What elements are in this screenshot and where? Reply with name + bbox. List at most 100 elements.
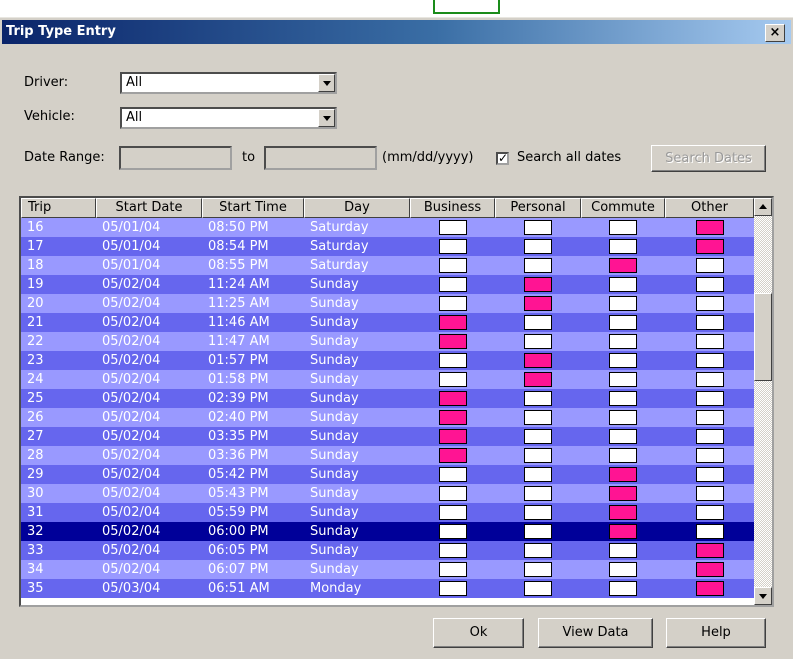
personal-checkbox[interactable] xyxy=(524,334,552,349)
vehicle-select[interactable]: All xyxy=(120,107,337,129)
business-checkbox[interactable] xyxy=(438,486,467,501)
business-checkbox[interactable] xyxy=(438,296,467,311)
other-checkbox[interactable] xyxy=(695,258,724,273)
personal-checkbox[interactable] xyxy=(524,296,552,311)
chevron-down-icon[interactable] xyxy=(318,74,335,92)
business-checkbox[interactable] xyxy=(438,239,467,254)
other-checkbox[interactable] xyxy=(695,524,724,539)
commute-checkbox[interactable] xyxy=(609,391,637,406)
table-row[interactable]: 19 05/02/04 11:24 AM Sunday xyxy=(21,275,754,294)
commute-checkbox[interactable] xyxy=(609,372,637,387)
search-dates-button[interactable]: Search Dates xyxy=(651,145,766,172)
other-checkbox[interactable] xyxy=(695,372,724,387)
business-checkbox[interactable] xyxy=(438,581,467,596)
table-row[interactable]: 24 05/02/04 01:58 PM Sunday xyxy=(21,370,754,389)
business-checkbox[interactable] xyxy=(438,220,467,235)
personal-checkbox[interactable] xyxy=(524,505,552,520)
other-checkbox[interactable] xyxy=(695,353,724,368)
ok-button[interactable]: Ok xyxy=(433,618,524,648)
commute-checkbox[interactable] xyxy=(609,220,637,235)
other-checkbox[interactable] xyxy=(695,429,724,444)
table-row[interactable]: 35 05/03/04 06:51 AM Monday xyxy=(21,579,754,598)
business-checkbox[interactable] xyxy=(438,429,467,444)
scroll-down-icon[interactable] xyxy=(754,587,772,605)
personal-checkbox[interactable] xyxy=(524,467,552,482)
table-row[interactable]: 21 05/02/04 11:46 AM Sunday xyxy=(21,313,754,332)
other-checkbox[interactable] xyxy=(695,277,724,292)
personal-checkbox[interactable] xyxy=(524,524,552,539)
help-button[interactable]: Help xyxy=(666,618,766,648)
scroll-up-icon[interactable] xyxy=(754,198,772,216)
end-date-field[interactable] xyxy=(264,146,377,170)
table-row[interactable]: 17 05/01/04 08:54 PM Saturday xyxy=(21,237,754,256)
column-header-commute[interactable]: Commute xyxy=(581,198,665,218)
other-checkbox[interactable] xyxy=(695,543,724,558)
column-header-start-time[interactable]: Start Time xyxy=(202,198,304,218)
commute-checkbox[interactable] xyxy=(609,334,637,349)
other-checkbox[interactable] xyxy=(695,562,724,577)
commute-checkbox[interactable] xyxy=(609,239,637,254)
commute-checkbox[interactable] xyxy=(609,429,637,444)
other-checkbox[interactable] xyxy=(695,467,724,482)
column-header-trip[interactable]: Trip xyxy=(21,198,96,218)
personal-checkbox[interactable] xyxy=(524,315,552,330)
commute-checkbox[interactable] xyxy=(609,410,637,425)
personal-checkbox[interactable] xyxy=(524,429,552,444)
commute-checkbox[interactable] xyxy=(609,296,637,311)
table-row[interactable]: 26 05/02/04 02:40 PM Sunday xyxy=(21,408,754,427)
commute-checkbox[interactable] xyxy=(609,524,637,539)
column-header-other[interactable]: Other xyxy=(665,198,754,218)
search-all-dates-checkbox[interactable]: ✓ xyxy=(496,152,509,165)
commute-checkbox[interactable] xyxy=(609,543,637,558)
start-date-field[interactable] xyxy=(119,146,232,170)
business-checkbox[interactable] xyxy=(438,543,467,558)
personal-checkbox[interactable] xyxy=(524,258,552,273)
commute-checkbox[interactable] xyxy=(609,505,637,520)
other-checkbox[interactable] xyxy=(695,410,724,425)
chevron-down-icon[interactable] xyxy=(318,109,335,127)
table-row[interactable]: 25 05/02/04 02:39 PM Sunday xyxy=(21,389,754,408)
other-checkbox[interactable] xyxy=(695,315,724,330)
commute-checkbox[interactable] xyxy=(609,258,637,273)
business-checkbox[interactable] xyxy=(438,315,467,330)
view-data-button[interactable]: View Data xyxy=(538,618,653,648)
business-checkbox[interactable] xyxy=(438,562,467,577)
commute-checkbox[interactable] xyxy=(609,581,637,596)
table-row[interactable]: 30 05/02/04 05:43 PM Sunday xyxy=(21,484,754,503)
other-checkbox[interactable] xyxy=(695,391,724,406)
other-checkbox[interactable] xyxy=(695,486,724,501)
table-row[interactable]: 22 05/02/04 11:47 AM Sunday xyxy=(21,332,754,351)
business-checkbox[interactable] xyxy=(438,353,467,368)
table-row[interactable]: 32 05/02/04 06:00 PM Sunday xyxy=(21,522,754,541)
business-checkbox[interactable] xyxy=(438,448,467,463)
business-checkbox[interactable] xyxy=(438,391,467,406)
personal-checkbox[interactable] xyxy=(524,239,552,254)
other-checkbox[interactable] xyxy=(695,334,724,349)
table-row[interactable]: 33 05/02/04 06:05 PM Sunday xyxy=(21,541,754,560)
table-row[interactable]: 31 05/02/04 05:59 PM Sunday xyxy=(21,503,754,522)
table-row[interactable]: 16 05/01/04 08:50 PM Saturday xyxy=(21,218,754,237)
table-row[interactable]: 29 05/02/04 05:42 PM Sunday xyxy=(21,465,754,484)
other-checkbox[interactable] xyxy=(695,239,724,254)
personal-checkbox[interactable] xyxy=(524,486,552,501)
close-button[interactable]: × xyxy=(765,24,785,42)
personal-checkbox[interactable] xyxy=(524,220,552,235)
business-checkbox[interactable] xyxy=(438,505,467,520)
business-checkbox[interactable] xyxy=(438,334,467,349)
column-header-business[interactable]: Business xyxy=(410,198,495,218)
other-checkbox[interactable] xyxy=(695,220,724,235)
personal-checkbox[interactable] xyxy=(524,277,552,292)
table-row[interactable]: 18 05/01/04 08:55 PM Saturday xyxy=(21,256,754,275)
personal-checkbox[interactable] xyxy=(524,391,552,406)
other-checkbox[interactable] xyxy=(695,505,724,520)
column-header-day[interactable]: Day xyxy=(304,198,410,218)
table-row[interactable]: 27 05/02/04 03:35 PM Sunday xyxy=(21,427,754,446)
table-row[interactable]: 20 05/02/04 11:25 AM Sunday xyxy=(21,294,754,313)
business-checkbox[interactable] xyxy=(438,372,467,387)
table-row[interactable]: 23 05/02/04 01:57 PM Sunday xyxy=(21,351,754,370)
personal-checkbox[interactable] xyxy=(524,410,552,425)
commute-checkbox[interactable] xyxy=(609,315,637,330)
scroll-thumb[interactable] xyxy=(754,293,772,381)
vertical-scrollbar[interactable] xyxy=(754,198,772,605)
commute-checkbox[interactable] xyxy=(609,353,637,368)
